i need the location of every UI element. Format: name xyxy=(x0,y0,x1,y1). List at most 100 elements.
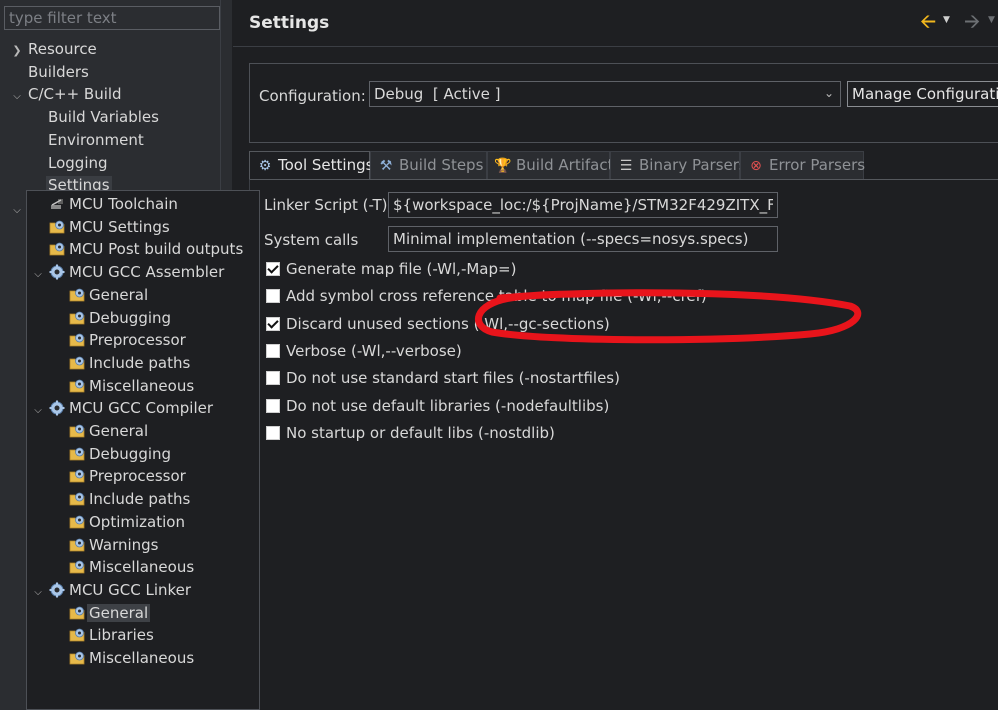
chevron-right-icon[interactable]: ❯ xyxy=(10,40,24,62)
tool-tree-item[interactable]: General xyxy=(51,420,148,442)
tool-tree-item[interactable]: MCU Settings xyxy=(31,216,170,238)
tab-label: Build Artifact xyxy=(516,156,614,174)
chevron-down-icon[interactable]: ⌵ xyxy=(10,86,24,108)
checkbox-checked[interactable] xyxy=(266,262,280,276)
tool-options-icon xyxy=(69,537,85,553)
nav-item[interactable]: Environment xyxy=(30,129,144,151)
tab-label: Binary Parsers xyxy=(639,156,747,174)
checkbox-unchecked[interactable] xyxy=(266,425,280,440)
tool-tree-item[interactable]: Miscellaneous xyxy=(51,556,194,578)
option-checkbox-row[interactable]: Generate map file (-Wl,-Map=) xyxy=(266,258,516,280)
trophy-icon: 🏆 xyxy=(494,158,512,174)
chevron-down-icon[interactable]: ⌵ xyxy=(31,264,45,286)
tab-build-artifact[interactable]: 🏆 Build Artifact xyxy=(487,151,614,179)
option-checkbox-row[interactable]: Do not use standard start files (-nostar… xyxy=(266,367,620,389)
chevron-down-icon[interactable]: ▼ xyxy=(943,15,950,25)
tool-tree-item[interactable]: General xyxy=(51,284,148,306)
tool-tree-item[interactable]: Libraries xyxy=(51,624,154,646)
tool-tree-item-label: MCU Toolchain xyxy=(69,195,178,213)
nav-item[interactable]: ❯ Resource xyxy=(10,38,97,62)
tool-tree-item-label: MCU Post build outputs xyxy=(69,240,244,259)
checkbox-unchecked[interactable] xyxy=(266,371,280,386)
tool-tree-item[interactable]: General xyxy=(51,602,151,624)
arrow-left-icon[interactable]: 🡨 xyxy=(920,7,936,41)
tab-binary-parsers[interactable]: ☰ Binary Parsers xyxy=(610,151,747,179)
configuration-label: Configuration: xyxy=(259,87,366,105)
nav-item[interactable]: ⌵ C/C++ Build xyxy=(10,83,121,108)
tool-options-icon xyxy=(69,627,85,643)
checkbox-unchecked[interactable] xyxy=(266,343,280,358)
arrow-right-icon[interactable]: 🡪 xyxy=(964,7,980,41)
tool-tree-item[interactable]: Optimization xyxy=(51,511,185,533)
option-checkbox-label: Do not use default libraries (-nodefault… xyxy=(286,396,610,415)
tool-tree-item[interactable]: Include paths xyxy=(51,488,190,510)
tool-options-icon xyxy=(69,310,85,326)
linker-general-options: Linker Script (-T) System calls Minimal … xyxy=(264,190,778,710)
tool-tree-item[interactable]: Preprocessor xyxy=(51,329,186,351)
tool-tree-item[interactable]: ⌵ MCU GCC Linker xyxy=(31,579,191,601)
linker-script-label: Linker Script (-T) xyxy=(264,196,388,214)
chevron-down-icon[interactable]: ⌵ xyxy=(31,400,45,422)
tool-tree-item[interactable]: ⌵ MCU GCC Assembler xyxy=(31,261,224,283)
option-checkbox-label: Verbose (-Wl,--verbose) xyxy=(286,341,462,360)
linker-script-input[interactable] xyxy=(388,192,778,218)
tool-gear-icon xyxy=(49,582,65,598)
tool-tree-item[interactable]: MCU Toolchain xyxy=(31,193,178,215)
annotation-stroke xyxy=(475,289,862,344)
tool-gear-icon xyxy=(49,400,65,416)
tool-options-icon xyxy=(69,468,85,484)
nav-item[interactable]: Build Variables xyxy=(30,106,159,128)
filter-input[interactable] xyxy=(4,6,220,30)
build-steps-icon: ⚒ xyxy=(379,158,393,174)
configuration-select[interactable]: Debug [ Active ] ⌄ xyxy=(369,81,841,107)
tool-tree-item[interactable]: Debugging xyxy=(51,443,171,465)
tool-tree-item[interactable]: Warnings xyxy=(51,534,159,556)
tool-options-icon xyxy=(69,446,85,462)
checkbox-checked[interactable] xyxy=(266,316,280,331)
tab-error-parsers[interactable]: ⊗ Error Parsers xyxy=(740,151,865,179)
tool-tree-item[interactable]: Miscellaneous xyxy=(51,375,194,397)
chevron-down-icon[interactable]: ⌵ xyxy=(10,200,24,222)
manage-configurations-button[interactable]: Manage Configurations... xyxy=(847,81,998,107)
nav-item-label: Environment xyxy=(48,130,144,149)
tool-tree-item[interactable]: Miscellaneous xyxy=(51,647,194,669)
nav-item[interactable]: Builders xyxy=(10,61,89,83)
option-checkbox-row[interactable]: Do not use default libraries (-nodefault… xyxy=(266,395,609,417)
tool-tree-item-label: MCU GCC Linker xyxy=(69,580,192,599)
tool-options-icon xyxy=(49,241,65,257)
option-checkbox-row[interactable]: No startup or default libs (-nostdlib) xyxy=(266,422,555,444)
toolchain-icon xyxy=(49,196,65,212)
tool-settings-tree: MCU Toolchain MCU Settings MCU Post build … xyxy=(26,190,260,710)
checkbox-unchecked[interactable] xyxy=(266,398,280,413)
tab-build-steps[interactable]: ⚒ Build Steps xyxy=(370,151,487,179)
tab-tool-settings[interactable]: ⚙ Tool Settings xyxy=(249,151,373,179)
chevron-down-icon[interactable]: ▼ xyxy=(988,15,995,25)
tool-tree-item-label: Preprocessor xyxy=(89,331,186,350)
chevron-down-icon: ⌄ xyxy=(823,86,834,100)
red-circle-annotation xyxy=(475,289,862,344)
tool-tree-item[interactable]: Include paths xyxy=(51,352,190,374)
settings-tabs: ⚙ Tool Settings ⚒ Build Steps 🏆 Build Artifac… xyxy=(249,151,998,179)
option-checkbox-label: Generate map file (-Wl,-Map=) xyxy=(286,260,517,278)
tool-tree-item-label: Miscellaneous xyxy=(89,649,195,667)
tool-tree-item-label: Include paths xyxy=(89,490,191,509)
checkbox-unchecked[interactable] xyxy=(266,289,280,304)
system-calls-select[interactable]: Minimal implementation (--specs=nosys.sp… xyxy=(388,226,778,252)
tool-options-icon xyxy=(69,491,85,507)
tool-tree-item[interactable]: ⌵ MCU GCC Compiler xyxy=(31,397,213,419)
tool-tree-item-label: Preprocessor xyxy=(89,467,186,486)
tool-options-icon xyxy=(69,423,85,439)
option-checkbox-row[interactable]: Verbose (-Wl,--verbose) xyxy=(266,340,462,362)
tool-tree-item[interactable]: Preprocessor xyxy=(51,465,186,487)
chevron-down-icon[interactable]: ⌵ xyxy=(31,582,45,604)
tool-options-icon xyxy=(69,355,85,371)
tool-options-icon xyxy=(69,559,85,575)
tool-tree-item[interactable]: Debugging xyxy=(51,307,171,329)
nav-item-label: Resource xyxy=(28,40,97,58)
tool-tree-item[interactable]: MCU Post build outputs xyxy=(31,238,243,260)
tool-tree-item-label: General xyxy=(89,285,149,304)
tool-tree-item-label: Warnings xyxy=(89,535,159,554)
gear-icon: ⚙ xyxy=(258,158,272,174)
binary-icon: ☰ xyxy=(619,158,633,174)
nav-item[interactable]: Logging xyxy=(30,152,108,174)
